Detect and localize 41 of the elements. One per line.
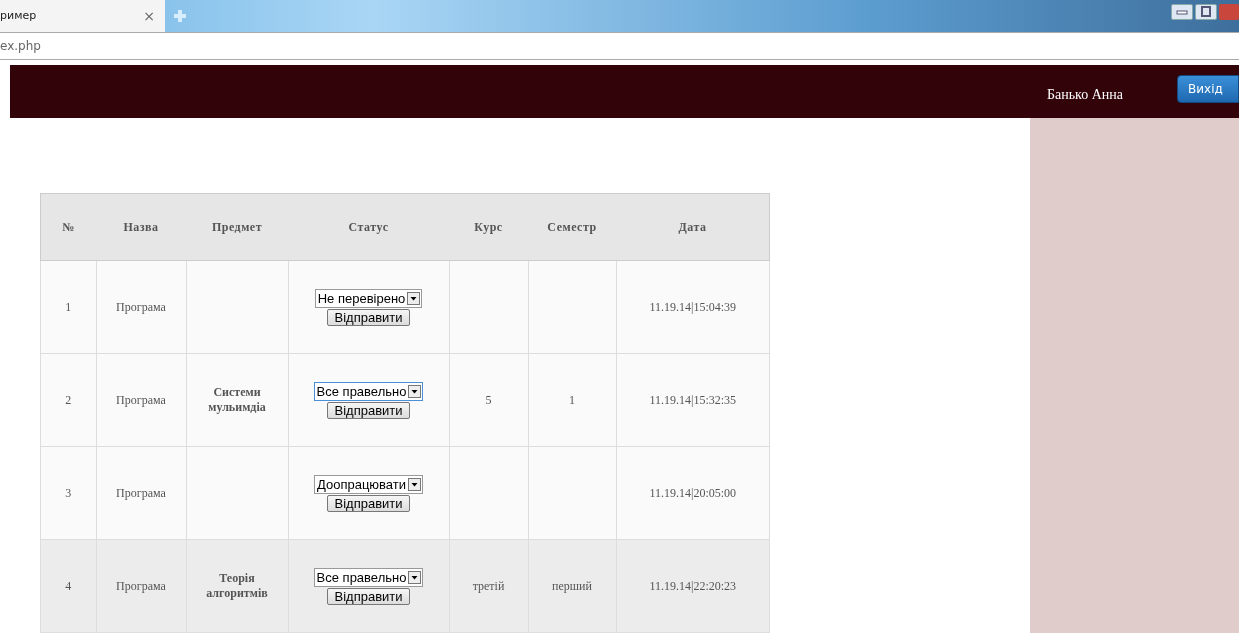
column-header: Предмет bbox=[186, 193, 288, 261]
submit-button[interactable]: Відправити bbox=[327, 587, 410, 605]
table-cell: 11.19.14|15:32:35 bbox=[616, 353, 770, 447]
column-header: Дата bbox=[616, 193, 770, 261]
column-header: Статус bbox=[288, 193, 449, 261]
address-bar[interactable]: ex.php bbox=[0, 31, 1239, 60]
column-header: Курс bbox=[449, 193, 528, 261]
column-header: Назва bbox=[96, 193, 186, 261]
table-cell: перший bbox=[528, 539, 616, 633]
table-cell: Програма bbox=[96, 539, 186, 633]
user-name: Банько Анна bbox=[1046, 86, 1123, 103]
column-header: Семестр bbox=[528, 193, 616, 261]
table-cell: 11.19.14|15:04:39 bbox=[616, 260, 770, 354]
table-cell: Програма bbox=[96, 260, 186, 354]
column-header: № bbox=[40, 193, 96, 261]
browser-tab[interactable]: ример × bbox=[0, 0, 165, 32]
table-cell: 1 bbox=[528, 353, 616, 447]
table-cell: Програма bbox=[96, 446, 186, 540]
submit-button[interactable]: Відправити bbox=[327, 494, 410, 512]
table-cell: Теорія алгоритмів bbox=[186, 539, 288, 633]
table-cell: 11.19.14|22:20:23 bbox=[616, 539, 770, 633]
table-cell: 4 bbox=[40, 539, 96, 633]
status-dropdown[interactable]: Все правельно bbox=[313, 567, 424, 587]
plus-icon bbox=[174, 9, 186, 22]
table-cell: третій bbox=[449, 539, 528, 633]
table-cell: Програма bbox=[96, 353, 186, 447]
table-cell: 2 bbox=[40, 353, 96, 447]
minimize-icon[interactable] bbox=[1171, 4, 1193, 20]
status-dropdown[interactable]: Все правельно bbox=[313, 381, 424, 401]
status-dropdown[interactable]: Доопрацювати bbox=[314, 474, 423, 494]
close-icon[interactable]: × bbox=[143, 7, 155, 24]
table-cell: 1 bbox=[40, 260, 96, 354]
status-dropdown[interactable]: Не перевірено bbox=[314, 288, 423, 308]
table-cell: 3 bbox=[40, 446, 96, 540]
logout-button[interactable]: Вихід bbox=[1177, 74, 1239, 103]
submit-button[interactable]: Відправити bbox=[327, 308, 410, 326]
maximize-icon[interactable] bbox=[1195, 4, 1217, 20]
table-cell: Системи мульимдіа bbox=[186, 353, 288, 447]
submit-button[interactable]: Відправити bbox=[327, 401, 410, 419]
table-cell: 5 bbox=[449, 353, 528, 447]
table-cell: 11.19.14|20:05:00 bbox=[616, 446, 770, 540]
